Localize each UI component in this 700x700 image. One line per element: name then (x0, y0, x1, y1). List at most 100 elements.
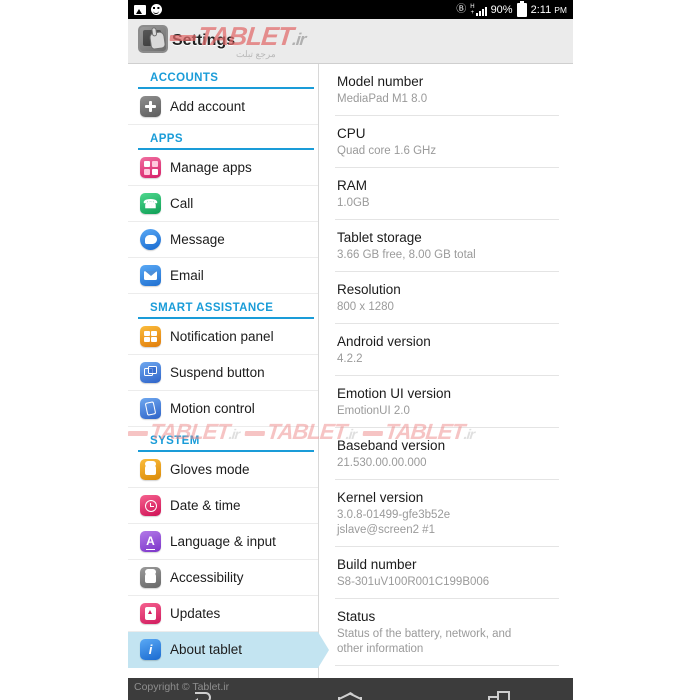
sidebar-item-label: Motion control (170, 401, 255, 416)
sidebar-item-label: Email (170, 268, 204, 283)
sidebar-item-label: Updates (170, 606, 221, 621)
bluetooth-icon: Ⓑ (456, 3, 467, 15)
sidebar-section-accounts: ACCOUNTS (138, 64, 314, 89)
row-title: Model number (337, 74, 424, 89)
copyright-label: Copyright © Tablet.ir (134, 681, 230, 693)
status-indicators: Ⓑ H + 90% 2:11 PM (456, 0, 567, 17)
phone-icon: ☎ (140, 193, 161, 214)
settings-sidebar[interactable]: ACCOUNTS Add account APPS Manage apps ☎ … (128, 64, 329, 678)
row-value: 4.2.2 (337, 353, 363, 365)
glove-hand-icon (140, 459, 161, 480)
tablet-screen: Ⓑ H + 90% 2:11 PM Settings TABLET.ir مرجع… (128, 0, 573, 700)
about-row-emotion-ui-version[interactable]: Emotion UI version EmotionUI 2.0 (335, 376, 559, 428)
envelope-icon (140, 265, 161, 286)
row-value: MediaPad M1 8.0 (337, 93, 428, 105)
screenshot-root: Ⓑ H + 90% 2:11 PM Settings TABLET.ir مرجع… (0, 0, 700, 700)
signal-bars-icon (475, 6, 487, 16)
row-value: 3.0.8-01499-gfe3b52e jslave@screen2 #1 (337, 509, 451, 536)
screenshot-icon (134, 4, 146, 15)
sidebar-item-email[interactable]: Email (128, 258, 318, 294)
message-bubble-icon (140, 229, 161, 250)
sidebar-item-manage-apps[interactable]: Manage apps (128, 150, 318, 186)
about-tablet-panel: Model number MediaPad M1 8.0 CPU Quad co… (319, 64, 573, 696)
header-watermark-subtext: مرجع تبلت (236, 49, 276, 59)
status-bar: Ⓑ H + 90% 2:11 PM (128, 0, 573, 19)
update-box-icon (140, 603, 161, 624)
sidebar-item-gloves-mode[interactable]: Gloves mode (128, 452, 318, 488)
row-title: Android version (337, 334, 431, 349)
sidebar-item-label: Call (170, 196, 194, 211)
status-clock: 2:11 PM (531, 4, 567, 16)
about-row-tablet-storage[interactable]: Tablet storage 3.66 GB free, 8.00 GB tot… (335, 220, 559, 272)
smiley-icon (151, 4, 162, 15)
navigation-bar: Copyright © Tablet.ir (128, 678, 573, 700)
action-bar: Settings TABLET.ir مرجع تبلت (128, 19, 573, 64)
row-value: Quad core 1.6 GHz (337, 145, 437, 157)
about-row-status[interactable]: Status Status of the battery, network, a… (335, 599, 559, 666)
plus-icon (140, 96, 161, 117)
battery-percent-label: 90% (490, 3, 513, 16)
row-value: Status of the battery, network, and othe… (337, 628, 512, 655)
recents-button[interactable] (425, 678, 573, 700)
status-notifications (134, 4, 162, 15)
sidebar-item-label: Manage apps (170, 160, 252, 175)
motion-device-icon (140, 398, 161, 419)
content-area: ACCOUNTS Add account APPS Manage apps ☎ … (128, 64, 573, 696)
info-icon: i (140, 639, 161, 660)
home-icon (338, 692, 363, 700)
row-value: S8-301uV100R001C199B006 (337, 576, 490, 588)
sidebar-item-message[interactable]: Message (128, 222, 318, 258)
about-row-build-number[interactable]: Build number S8-301uV100R001C199B006 (335, 547, 559, 599)
sidebar-item-notification-panel[interactable]: Notification panel (128, 319, 318, 355)
home-button[interactable] (276, 678, 424, 700)
hand-icon (140, 567, 161, 588)
row-value: 800 x 1280 (337, 301, 394, 313)
sidebar-item-label: About tablet (170, 642, 243, 657)
sidebar-item-about-tablet[interactable]: i About tablet (128, 632, 329, 668)
row-value: 1.0GB (337, 197, 370, 209)
about-row-resolution[interactable]: Resolution 800 x 1280 (335, 272, 559, 324)
sidebar-item-language-input[interactable]: A Language & input (128, 524, 318, 560)
row-title: Kernel version (337, 490, 424, 505)
letter-a-icon: A (140, 531, 161, 552)
sidebar-item-add-account[interactable]: Add account (128, 89, 318, 125)
row-title: CPU (337, 126, 366, 141)
apps-grid-icon (140, 157, 161, 178)
about-row-cpu[interactable]: CPU Quad core 1.6 GHz (335, 116, 559, 168)
sidebar-item-label: Accessibility (170, 570, 244, 585)
recents-icon (487, 691, 510, 700)
row-title: RAM (337, 178, 367, 193)
sidebar-item-call[interactable]: ☎ Call (128, 186, 318, 222)
sidebar-item-accessibility[interactable]: Accessibility (128, 560, 318, 596)
sidebar-item-label: Notification panel (170, 329, 274, 344)
row-title: Resolution (337, 282, 401, 297)
settings-app-icon (134, 23, 174, 59)
sidebar-item-label: Suspend button (170, 365, 265, 380)
row-value: EmotionUI 2.0 (337, 405, 410, 417)
page-title: Settings (172, 32, 236, 49)
sidebar-item-updates[interactable]: Updates (128, 596, 318, 632)
sidebar-item-date-time[interactable]: Date & time (128, 488, 318, 524)
sidebar-item-suspend-button[interactable]: Suspend button (128, 355, 318, 391)
clock-suffix: PM (554, 4, 567, 15)
header-watermark-tld: .ir (291, 30, 307, 49)
about-row-ram[interactable]: RAM 1.0GB (335, 168, 559, 220)
battery-icon (516, 0, 527, 17)
about-row-model-number[interactable]: Model number MediaPad M1 8.0 (335, 64, 559, 116)
row-value: 21.530.00.00.000 (337, 457, 427, 469)
notification-panel-icon (140, 326, 161, 347)
about-row-kernel-version[interactable]: Kernel version 3.0.8-01499-gfe3b52e jsla… (335, 480, 559, 547)
suspend-window-icon (140, 362, 161, 383)
about-row-android-version[interactable]: Android version 4.2.2 (335, 324, 559, 376)
row-value: 3.66 GB free, 8.00 GB total (337, 249, 476, 261)
row-title: Emotion UI version (337, 386, 452, 401)
network-type-icon: H + (470, 4, 487, 16)
sidebar-item-motion-control[interactable]: Motion control (128, 391, 318, 427)
row-title: Build number (337, 557, 417, 572)
sidebar-item-label: Message (170, 232, 225, 247)
about-row-baseband-version[interactable]: Baseband version 21.530.00.00.000 (335, 428, 559, 480)
row-title: Status (337, 609, 376, 624)
back-icon (191, 692, 213, 700)
sidebar-section-system: SYSTEM (138, 427, 314, 452)
sidebar-item-label: Add account (170, 99, 246, 114)
